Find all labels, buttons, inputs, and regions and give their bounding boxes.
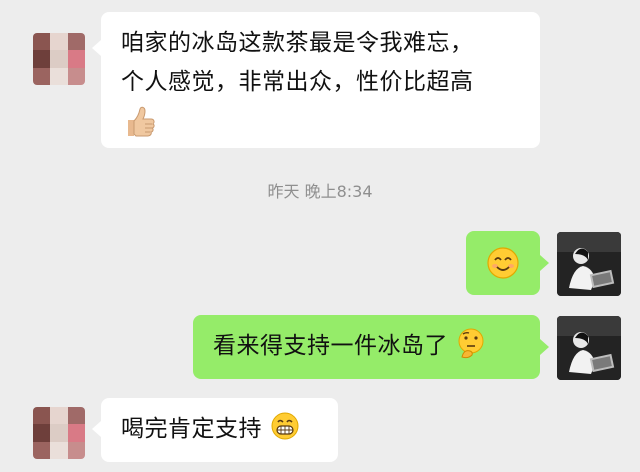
- bubble-tail: [540, 255, 549, 271]
- contact-avatar[interactable]: [33, 407, 85, 459]
- my-avatar[interactable]: [557, 316, 621, 380]
- grinning-face-emoji: [271, 412, 299, 440]
- message-timestamp: 昨天 晚上8:34: [267, 182, 373, 201]
- bubble-tail: [540, 339, 549, 355]
- message-text-line: 咱家的冰岛这款茶最是令我难忘，: [121, 30, 474, 56]
- my-avatar[interactable]: [557, 232, 621, 296]
- message-bubble-incoming[interactable]: 喝完肯定支持: [101, 398, 338, 462]
- message-text: 看来得支持一件冰岛了: [213, 333, 448, 359]
- bubble-tail: [92, 421, 101, 437]
- message-bubble-incoming[interactable]: 咱家的冰岛这款茶最是令我难忘， 个人感觉，非常出众，性价比超高: [101, 12, 540, 148]
- smiling-face-emoji: [487, 247, 519, 279]
- bubble-tail: [92, 40, 101, 56]
- message-bubble-outgoing[interactable]: [466, 231, 540, 295]
- thinking-face-emoji: [458, 328, 484, 359]
- contact-avatar[interactable]: [33, 33, 85, 85]
- message-text: 喝完肯定支持: [121, 416, 262, 442]
- message-bubble-outgoing[interactable]: 看来得支持一件冰岛了: [193, 315, 540, 379]
- message-text-line: 个人感觉，非常出众，性价比超高: [121, 69, 474, 95]
- thumbs-up-emoji: [128, 106, 155, 137]
